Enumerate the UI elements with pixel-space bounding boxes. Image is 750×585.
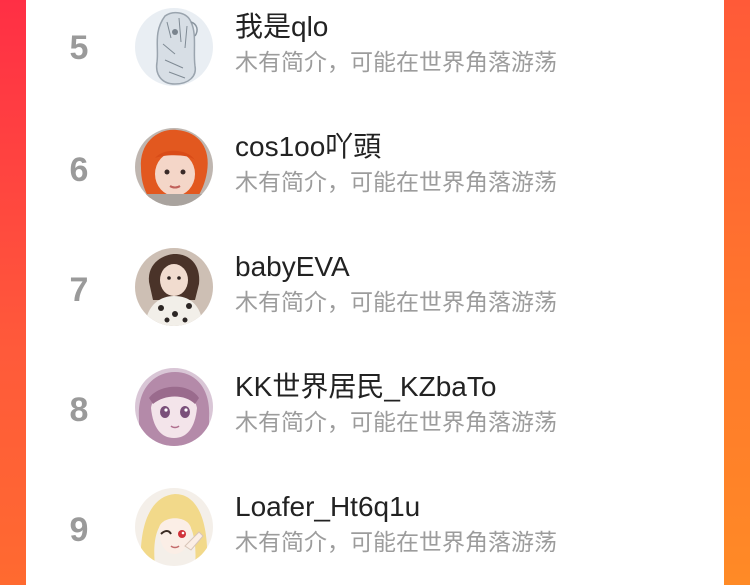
background-right-edge (724, 0, 750, 585)
rank-number: 5 (69, 29, 89, 67)
user-bio: 木有简介，可能在世界角落游荡 (235, 409, 557, 435)
rank-number: 9 (69, 511, 89, 549)
anime-avatar-image (135, 368, 213, 446)
anime-avatar-image (135, 488, 213, 566)
user-avatar[interactable] (135, 128, 213, 206)
ranking-row-6[interactable]: 6 cos1oo吖頭 木有简介，可能在世界角落游荡 (26, 110, 724, 230)
user-bio: 木有简介，可能在世界角落游荡 (235, 529, 557, 555)
ranking-row-5[interactable]: 5 我是qlo 木有简介，可能在世界角落游荡 (26, 0, 724, 110)
user-name[interactable]: cos1oo吖頭 (235, 130, 381, 164)
user-name[interactable]: babyEVA (235, 250, 350, 284)
sketch-avatar-image (135, 8, 213, 86)
user-name[interactable]: 我是qlo (235, 10, 328, 44)
rank-number: 8 (69, 391, 89, 429)
user-avatar[interactable] (135, 248, 213, 326)
user-bio: 木有简介，可能在世界角落游荡 (235, 169, 557, 195)
user-avatar[interactable] (135, 368, 213, 446)
rank-number: 6 (69, 151, 89, 189)
ranking-row-7[interactable]: 7 babyEVA 木有简介，可能在世界角落游荡 (26, 230, 724, 350)
user-bio: 木有简介，可能在世界角落游荡 (235, 49, 557, 75)
user-avatar[interactable] (135, 8, 213, 86)
ranking-row-9[interactable]: 9 Loafer_Ht6q1u 木有简介，可能在世界角落游荡 (26, 470, 724, 585)
background-left-edge (0, 0, 26, 585)
user-avatar[interactable] (135, 488, 213, 566)
photo-avatar-image (135, 128, 213, 206)
ranking-row-8[interactable]: 8 KK世界居民_KZbaTo 木有简介，可能在世界角落游荡 (26, 350, 724, 470)
rank-number: 7 (69, 271, 89, 309)
photo-avatar-image (135, 248, 213, 326)
user-bio: 木有简介，可能在世界角落游荡 (235, 289, 557, 315)
user-name[interactable]: Loafer_Ht6q1u (235, 490, 420, 524)
ranking-list: 5 我是qlo 木有简介，可能在世界角落游荡 6 cos1oo吖頭 木有简介，可… (26, 0, 724, 585)
user-name[interactable]: KK世界居民_KZbaTo (235, 370, 496, 404)
